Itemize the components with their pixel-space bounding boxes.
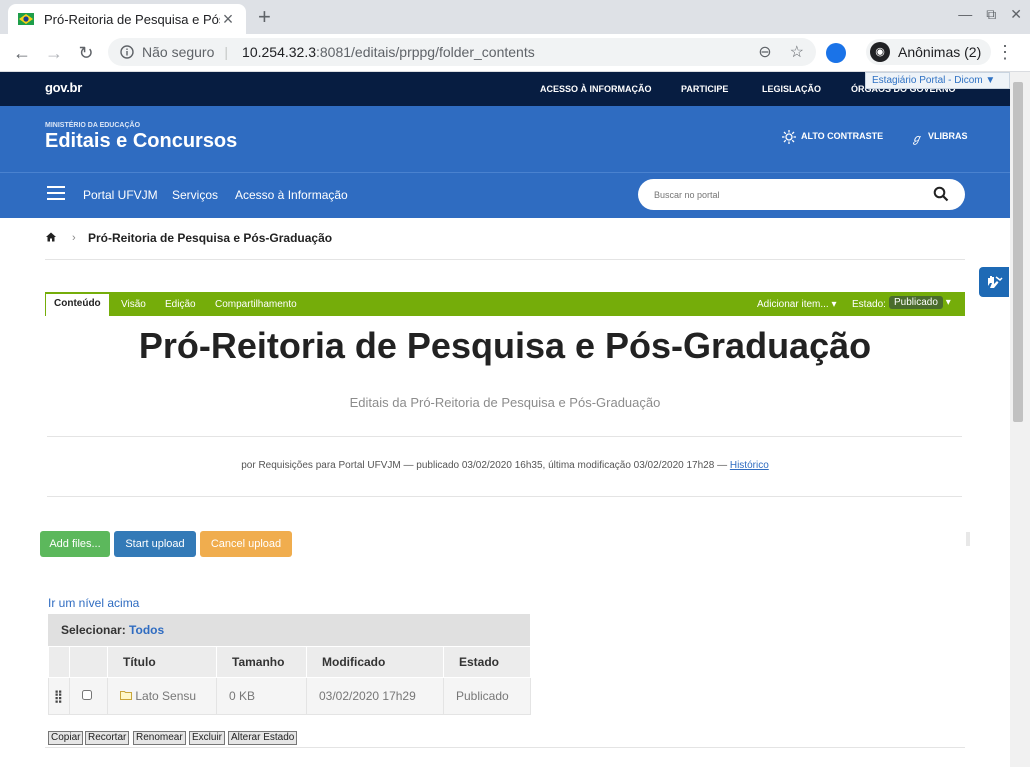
minimize-icon[interactable]: — (958, 6, 972, 23)
forward-icon[interactable]: → (43, 42, 65, 64)
renomear-button[interactable]: Renomear (133, 731, 186, 745)
drag-handle-icon[interactable]: ⣿ (48, 677, 70, 715)
edit-bar: Conteúdo Visão Edição Compartilhamento A… (45, 292, 965, 316)
row-modified: 03/02/2020 17h29 (306, 677, 444, 715)
byline: por Requisições para Portal UFVJM — publ… (0, 460, 1010, 471)
url-path: :8081/editais/prppg/folder_contents (316, 44, 535, 60)
hamburger-menu-icon[interactable] (47, 186, 65, 200)
checkbox-column-header (69, 646, 108, 678)
tab-title: Pró-Reitoria de Pesquisa e Pós-G (44, 11, 220, 27)
bookmark-star-icon[interactable]: ☆ (790, 42, 804, 62)
back-icon[interactable]: ← (11, 42, 33, 64)
row-size: 0 KB (216, 677, 307, 715)
column-header-estado[interactable]: Estado (443, 646, 531, 678)
select-row: Selecionar: Todos (48, 614, 530, 646)
tab-close-icon[interactable]: × (220, 9, 236, 30)
table-row[interactable]: ⣿ Lato Sensu 0 KB 03/02/2020 17h29 Publi… (48, 677, 531, 715)
scrollbar-thumb[interactable] (1013, 82, 1023, 422)
gov-link-acesso[interactable]: ACESSO À INFORMAÇÃO (540, 84, 652, 94)
folder-icon (120, 689, 132, 703)
incognito-icon: ◉ (870, 42, 890, 62)
omnibox-icons: ⊖ ☆ (758, 42, 804, 62)
gov-link-participe[interactable]: PARTICIPE (681, 84, 728, 94)
gov-logo[interactable]: gov.br (45, 80, 82, 95)
search-input[interactable] (638, 179, 965, 210)
tab-visao[interactable]: Visão (121, 299, 146, 310)
breadcrumb-separator-icon: › (72, 232, 76, 244)
add-files-button[interactable]: Add files... (40, 531, 110, 557)
user-menu[interactable]: Estagiário Portal - Dicom ▼ (865, 72, 1010, 89)
profile-label: Anônimas (2) (898, 44, 982, 60)
url-text[interactable]: 10.254.32.3:8081/editais/prppg/folder_co… (242, 44, 535, 60)
alterar-estado-button[interactable]: Alterar Estado (228, 731, 298, 745)
add-item-menu[interactable]: Adicionar item... ▾ (757, 299, 837, 310)
ministry-label: MINISTÉRIO DA EDUCAÇÃO (45, 122, 141, 129)
breadcrumb-current: Pró-Reitoria de Pesquisa e Pós-Graduação (88, 231, 333, 245)
new-tab-icon[interactable]: + (258, 4, 271, 30)
estado-caret-icon: ▾ (945, 297, 951, 308)
brazil-flag-favicon-icon (18, 13, 34, 25)
gov-link-legislacao[interactable]: LEGISLAÇÃO (762, 84, 821, 94)
nav-servicos[interactable]: Serviços (172, 188, 218, 202)
extension-icon[interactable] (826, 43, 846, 63)
contrast-icon[interactable] (782, 130, 796, 149)
vlibras-hand-icon[interactable]: ℊ (911, 130, 922, 146)
divider (47, 436, 962, 437)
tab-conteudo[interactable]: Conteúdo (46, 294, 109, 316)
page-description: Editais da Pró-Reitoria de Pesquisa e Pó… (349, 395, 661, 410)
estado-badge: Publicado (889, 296, 943, 309)
alto-contraste-link[interactable]: ALTO CONTRASTE (801, 131, 883, 141)
home-icon[interactable] (46, 232, 56, 245)
drag-column-header (48, 646, 70, 678)
url-divider: | (224, 44, 229, 60)
close-window-icon[interactable]: ✕ (1010, 6, 1022, 23)
divider (45, 259, 965, 260)
not-secure-label: Não seguro (142, 44, 215, 60)
incognito-profile-button[interactable]: ◉ Anônimas (2) (866, 39, 992, 65)
address-bar[interactable]: Não seguro | 10.254.32.3:8081/editais/pr… (108, 38, 816, 66)
cancel-upload-button[interactable]: Cancel upload (200, 531, 292, 557)
excluir-button[interactable]: Excluir (189, 731, 226, 745)
browser-tab[interactable]: Pró-Reitoria de Pesquisa e Pós-G × (8, 4, 246, 34)
up-level-link[interactable]: Ir um nível acima (48, 596, 139, 610)
estado-menu[interactable]: Publicado ▾ (889, 296, 951, 309)
table-header-row: Título Tamanho Modificado Estado (48, 646, 531, 678)
copiar-button[interactable]: Copiar (48, 731, 84, 745)
nav-acesso-informacao[interactable]: Acesso à Informação (235, 188, 348, 202)
zoom-icon[interactable]: ⊖ (758, 42, 771, 62)
historico-link[interactable]: Histórico (730, 460, 769, 471)
vlibras-link[interactable]: VLIBRAS (928, 131, 968, 141)
search-icon[interactable] (933, 186, 949, 202)
column-header-modificado[interactable]: Modificado (306, 646, 444, 678)
folder-contents-table: Título Tamanho Modificado Estado ⣿ Lato … (48, 646, 531, 715)
resize-handle (966, 532, 970, 546)
url-host: 10.254.32.3 (242, 44, 316, 60)
recortar-button[interactable]: Recortar (85, 731, 130, 745)
window-controls: — ⧉ ✕ (958, 6, 1022, 23)
nav-portal-ufvjm[interactable]: Portal UFVJM (83, 188, 158, 202)
row-checkbox[interactable] (82, 690, 92, 700)
start-upload-button[interactable]: Start upload (114, 531, 196, 557)
tab-edicao[interactable]: Edição (165, 299, 196, 310)
page-title: Pró-Reitoria de Pesquisa e Pós-Graduação (138, 325, 872, 366)
estado-label: Estado: (852, 299, 886, 310)
divider (45, 747, 965, 748)
header-divider (0, 172, 1010, 173)
restore-icon[interactable]: ⧉ (986, 6, 996, 23)
row-state: Publicado (443, 677, 531, 715)
browser-menu-icon[interactable]: ⋮ (996, 42, 1014, 63)
select-label: Selecionar: (61, 623, 126, 637)
tab-compartilhamento[interactable]: Compartilhamento (215, 299, 297, 310)
reload-icon[interactable]: ↻ (75, 42, 97, 64)
folder-link[interactable]: Lato Sensu (135, 689, 196, 703)
column-header-tamanho[interactable]: Tamanho (216, 646, 307, 678)
vlibras-widget-icon[interactable] (979, 267, 1009, 297)
select-all-link[interactable]: Todos (129, 623, 164, 637)
column-header-titulo[interactable]: Título (107, 646, 217, 678)
divider (47, 496, 962, 497)
byline-text: por Requisições para Portal UFVJM — publ… (241, 460, 728, 471)
site-title[interactable]: Editais e Concursos (45, 130, 237, 153)
info-icon (120, 45, 134, 59)
